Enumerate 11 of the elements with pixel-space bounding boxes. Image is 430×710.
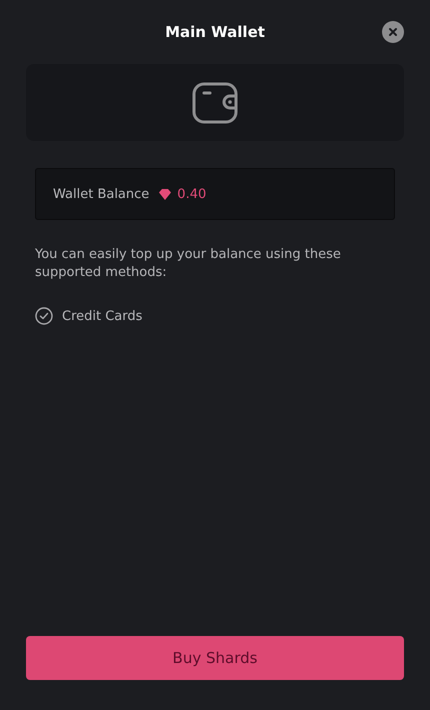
buy-shards-button[interactable]: Buy Shards bbox=[26, 636, 404, 680]
balance-label: Wallet Balance bbox=[53, 186, 150, 202]
close-icon bbox=[388, 27, 398, 37]
gem-icon bbox=[159, 188, 172, 200]
check-circle-icon bbox=[35, 307, 53, 325]
balance-amount: 0.40 bbox=[177, 186, 206, 202]
wallet-icon bbox=[192, 82, 238, 124]
close-button[interactable] bbox=[382, 21, 404, 43]
dialog-title: Main Wallet bbox=[165, 23, 265, 41]
description-text: You can easily top up your balance using these supported methods: bbox=[35, 246, 342, 282]
payment-method: Credit Cards bbox=[62, 308, 142, 324]
